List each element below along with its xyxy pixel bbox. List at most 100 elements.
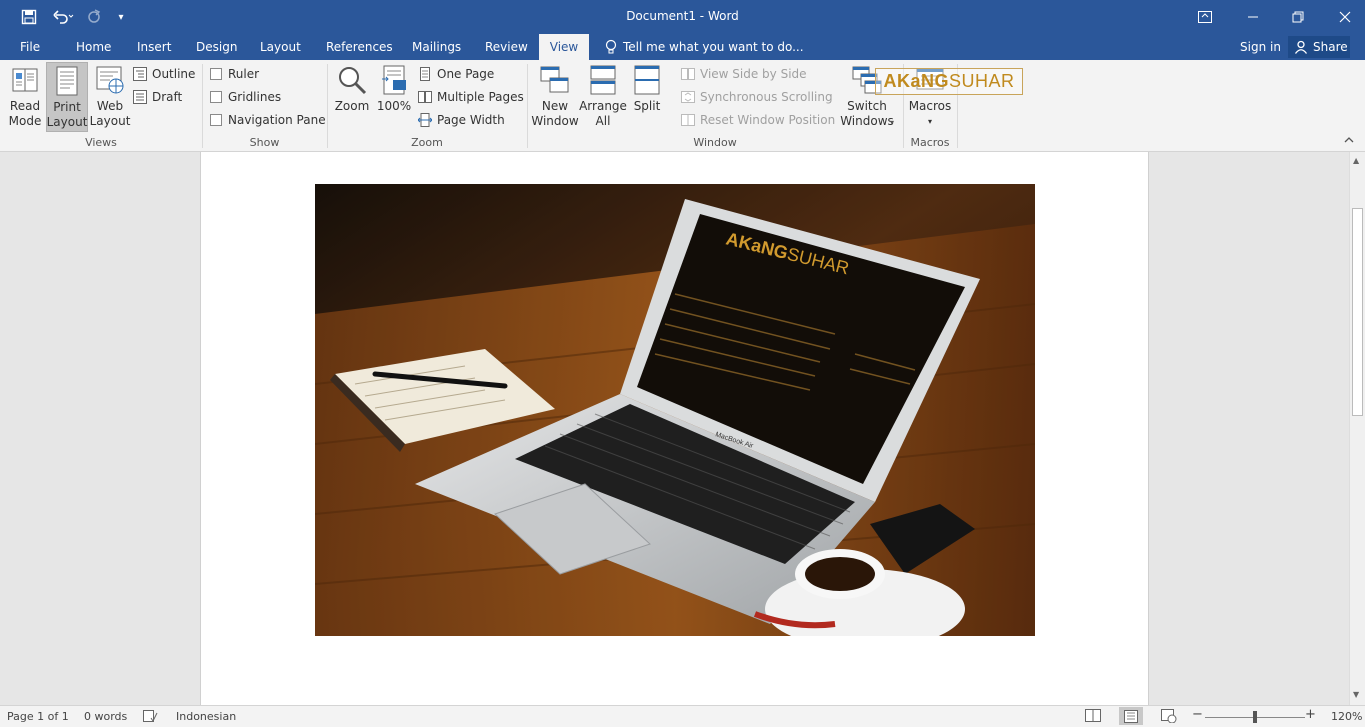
ribbon-view: Read Mode Print Layout Web Layout Outlin…	[0, 60, 1365, 152]
print-layout-view-icon[interactable]	[1119, 707, 1143, 725]
book-icon	[9, 64, 41, 96]
web-layout-button[interactable]: Web Layout	[90, 64, 130, 129]
akangsuhar-watermark: AKaNG SUHAR	[875, 68, 1023, 95]
watermark-part2: SUHAR	[949, 71, 1015, 91]
one-page-label: One Page	[437, 67, 495, 81]
macros-label: Macros	[908, 99, 952, 113]
share-label: Share	[1313, 40, 1348, 54]
views-group-label: Views	[85, 136, 117, 149]
gridlines-checkbox[interactable]: Gridlines	[210, 87, 281, 107]
document-page[interactable]: AKaNGSUHAR MacBook Air	[200, 152, 1149, 705]
multiple-pages-button[interactable]: Multiple Pages	[418, 87, 524, 107]
ruler-checkbox[interactable]: Ruler	[210, 64, 259, 84]
arrange-all-label-1: Arrange	[579, 99, 627, 113]
proofing-icon[interactable]	[143, 709, 158, 726]
new-window-button[interactable]: New Window	[531, 64, 579, 129]
window-title: Document1 - Word	[626, 9, 739, 23]
language[interactable]: Indonesian	[176, 710, 236, 723]
print-layout-label-2: Layout	[46, 115, 88, 129]
tab-design[interactable]: Design	[188, 34, 245, 60]
reset-window-icon	[681, 113, 695, 127]
sign-in-link[interactable]: Sign in	[1232, 34, 1289, 60]
watermark-part1: AKaNG	[883, 71, 949, 91]
arrange-all-label-2: All	[595, 114, 611, 128]
tab-home[interactable]: Home	[68, 34, 119, 60]
save-icon[interactable]	[16, 0, 42, 34]
one-page-button[interactable]: One Page	[418, 64, 494, 84]
macros-group-label: Macros	[910, 136, 950, 149]
show-group-label: Show	[249, 136, 280, 149]
outline-icon	[133, 67, 147, 81]
split-label: Split	[633, 99, 661, 113]
read-mode-label-2: Mode	[8, 114, 42, 128]
page-width-button[interactable]: Page Width	[417, 110, 505, 130]
navigation-pane-checkbox[interactable]: Navigation Pane	[210, 110, 326, 130]
ruler-check-box	[210, 68, 222, 80]
reset-window-position-button[interactable]: Reset Window Position	[681, 110, 835, 130]
tab-references[interactable]: References	[318, 34, 401, 60]
switch-windows-label-2: Windows	[840, 114, 894, 128]
print-layout-label-1: Print	[53, 100, 81, 114]
undo-icon[interactable]	[48, 0, 78, 34]
zoom-group-label: Zoom	[411, 136, 443, 149]
arrange-all-button[interactable]: Arrange All	[579, 64, 627, 129]
navigation-pane-check-box	[210, 114, 222, 126]
read-mode-button[interactable]: Read Mode	[4, 64, 46, 129]
page-count[interactable]: Page 1 of 1	[7, 710, 69, 723]
split-button[interactable]: Split	[630, 64, 664, 114]
zoom-100-icon	[378, 64, 410, 96]
restore-icon[interactable]	[1283, 0, 1313, 34]
new-window-label-1: New	[541, 99, 569, 113]
collapse-ribbon-icon[interactable]	[1344, 136, 1354, 147]
laptop-photo-icon: AKaNGSUHAR MacBook Air	[315, 184, 1035, 636]
web-page-icon	[94, 64, 126, 96]
status-bar: Page 1 of 1 0 words Indonesian − + 120%	[0, 705, 1365, 727]
read-mode-view-icon[interactable]	[1085, 709, 1101, 725]
close-icon[interactable]	[1330, 0, 1360, 34]
zoom-level[interactable]: 120%	[1331, 710, 1362, 723]
draft-button[interactable]: Draft	[133, 87, 182, 107]
tab-mailings[interactable]: Mailings	[404, 34, 469, 60]
web-layout-view-icon[interactable]	[1161, 709, 1177, 726]
sync-scroll-icon	[681, 90, 695, 104]
draft-label: Draft	[152, 90, 183, 104]
zoom-out-icon[interactable]: −	[1192, 707, 1203, 722]
magnifier-icon	[336, 64, 368, 96]
zoom-button[interactable]: Zoom	[333, 64, 371, 114]
word-count[interactable]: 0 words	[84, 710, 127, 723]
tell-me-input[interactable]: Tell me what you want to do...	[615, 34, 812, 60]
zoom-label: Zoom	[334, 99, 370, 113]
zoom-100-button[interactable]: 100%	[376, 64, 412, 114]
print-layout-button[interactable]: Print Layout	[46, 62, 88, 132]
tab-file[interactable]: File	[12, 34, 48, 60]
tab-view[interactable]: View	[539, 34, 589, 60]
scroll-up-icon[interactable]: ▲	[1353, 156, 1359, 165]
draft-icon	[133, 90, 147, 104]
vertical-scrollbar[interactable]: ▲ ▼	[1349, 152, 1365, 705]
minimize-icon[interactable]	[1238, 0, 1268, 34]
switch-windows-dropdown-icon[interactable]: ▾	[890, 118, 894, 127]
customize-qat-icon[interactable]: ▾	[112, 0, 130, 34]
read-mode-label-1: Read	[9, 99, 41, 113]
scroll-down-icon[interactable]: ▼	[1353, 690, 1359, 699]
reset-window-position-label: Reset Window Position	[700, 113, 836, 127]
tab-layout[interactable]: Layout	[252, 34, 309, 60]
macros-dropdown-icon[interactable]: ▾	[928, 114, 932, 129]
redo-icon[interactable]	[82, 0, 106, 34]
tab-review[interactable]: Review	[477, 34, 536, 60]
zoom-in-icon[interactable]: +	[1305, 707, 1316, 722]
page-width-icon	[417, 113, 433, 127]
scrollbar-thumb[interactable]	[1352, 208, 1363, 416]
ribbon-tabs: File Home Insert Design Layout Reference…	[0, 34, 1365, 60]
tab-insert[interactable]: Insert	[129, 34, 179, 60]
inserted-image[interactable]: AKaNGSUHAR MacBook Air	[315, 184, 1035, 636]
navigation-pane-label: Navigation Pane	[228, 113, 326, 127]
synchronous-scrolling-button[interactable]: Synchronous Scrolling	[681, 87, 833, 107]
share-button[interactable]: Share	[1288, 36, 1350, 58]
zoom-slider-thumb[interactable]	[1253, 711, 1257, 723]
page-icon	[51, 65, 83, 97]
view-side-by-side-button[interactable]: View Side by Side	[681, 64, 807, 84]
outline-button[interactable]: Outline	[133, 64, 195, 84]
new-window-label-2: Window	[531, 114, 579, 128]
ribbon-display-options-icon[interactable]	[1190, 0, 1220, 34]
